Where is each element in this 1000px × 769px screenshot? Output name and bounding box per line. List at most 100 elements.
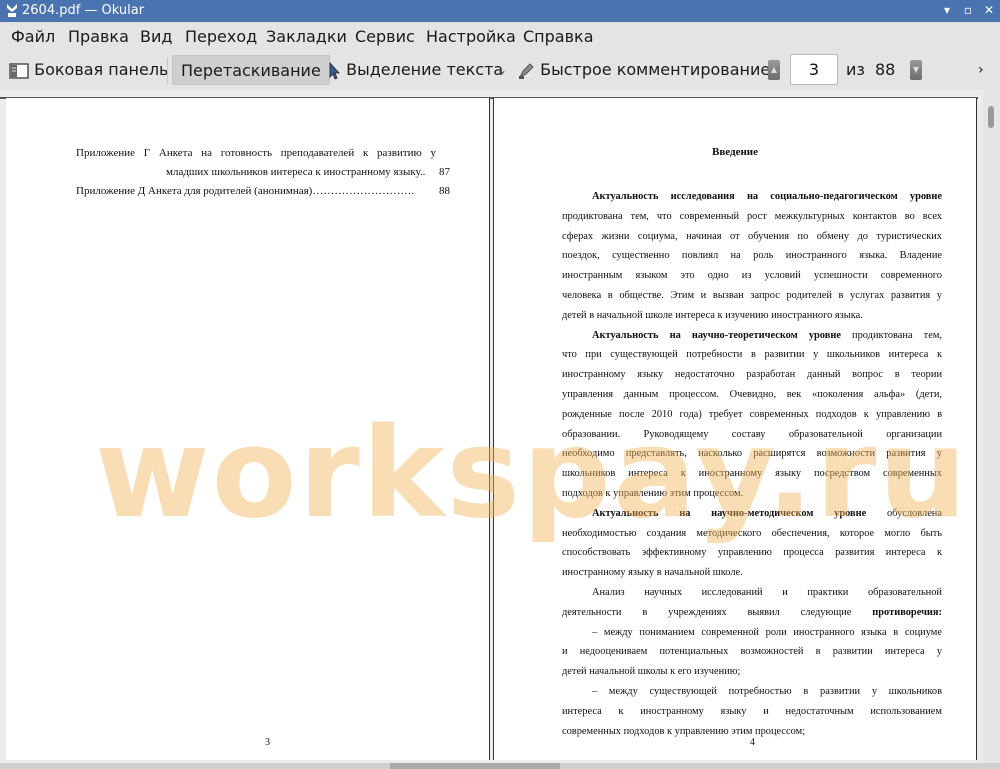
menu-file[interactable]: Файл bbox=[11, 27, 55, 47]
plain-text: управления данным процессом. Очевидно, в… bbox=[562, 389, 942, 400]
text-line: – между существующей потребностью в разв… bbox=[592, 682, 942, 702]
arrow-up-icon: ▲ bbox=[770, 65, 778, 74]
next-page-button[interactable]: ▼ bbox=[910, 60, 922, 80]
sidebar-button-label: Боковая панель bbox=[34, 60, 169, 79]
plain-text: продиктована тем, bbox=[840, 329, 942, 341]
plain-text: образовании. Руководящему составу образо… bbox=[562, 428, 942, 440]
plain-text: – между пониманием современной роли инос… bbox=[592, 626, 942, 638]
plain-text: – между существующей потребностью в разв… bbox=[592, 686, 942, 697]
browse-tool-button[interactable]: Перетаскивание bbox=[172, 55, 330, 85]
cursor-arrow-icon bbox=[329, 61, 340, 80]
minimize-icon[interactable]: ▾ bbox=[940, 3, 954, 17]
toc-page-number: 87 bbox=[439, 166, 450, 178]
toc-entry: Приложение Д Анкета для родителей (анони… bbox=[76, 185, 415, 197]
menu-view[interactable]: Вид bbox=[140, 27, 172, 47]
plain-text: что при существующей потребности в разви… bbox=[562, 349, 942, 361]
text-line: поездок, существенно повлиял на роль ино… bbox=[562, 246, 942, 266]
previous-page-button[interactable]: ▲ bbox=[768, 60, 780, 80]
page-3: Приложение Г Анкета на готовность препод… bbox=[6, 98, 490, 760]
plain-text: интереса к иностранному языку и недостат… bbox=[562, 705, 942, 717]
sidebar-button[interactable]: Боковая панель bbox=[9, 55, 168, 85]
vertical-scrollbar-thumb[interactable] bbox=[988, 106, 994, 128]
title-bar: 2604.pdf — Okular ▾ ▫ ✕ bbox=[0, 0, 1000, 22]
plain-text: способствовать эффективному управлению п… bbox=[562, 547, 942, 559]
menu-edit[interactable]: Правка bbox=[68, 27, 129, 47]
plain-text: поездок, существенно повлиял на роль ино… bbox=[562, 250, 942, 262]
text-line: способствовать эффективному управлению п… bbox=[562, 543, 942, 563]
text-line: управления данным процессом. Очевидно, в… bbox=[562, 385, 942, 405]
toolbar-overflow-chevron-icon[interactable]: › bbox=[978, 55, 984, 85]
selection-dropdown-button[interactable]: ⌄ bbox=[497, 55, 507, 85]
maximize-icon[interactable]: ▫ bbox=[961, 3, 975, 17]
plain-text: человека в обществе. Этим и вызван запро… bbox=[562, 290, 942, 301]
bold-text: Актуальность исследования на социально-п… bbox=[592, 191, 942, 202]
bold-text: Актуальность на научно-теоретическом уро… bbox=[592, 329, 841, 341]
text-line: школьников интереса к иностранному языку… bbox=[562, 464, 942, 484]
section-heading: Введение bbox=[711, 146, 759, 158]
text-line: и недооцениваем потенциальных возможност… bbox=[562, 642, 942, 662]
text-line: рожденные после 2010 года) требует совре… bbox=[562, 405, 942, 425]
quick-annotation-label: Быстрое комментирование bbox=[540, 60, 771, 79]
menu-settings[interactable]: Настройка bbox=[426, 27, 516, 47]
horizontal-scrollbar[interactable] bbox=[0, 763, 1000, 769]
menu-bookmarks[interactable]: Закладки bbox=[266, 27, 347, 47]
text-line: иностранному языку недостаточно разработ… bbox=[562, 365, 942, 385]
plain-text: иностранному языку недостаточно разработ… bbox=[562, 369, 942, 381]
text-line: интереса к иностранному языку и недостат… bbox=[562, 702, 942, 722]
plain-text: школьников интереса к иностранному языку… bbox=[562, 468, 942, 480]
menu-go[interactable]: Переход bbox=[185, 27, 257, 47]
text-line: иностранному языку в начальной школе. bbox=[562, 563, 942, 583]
page-footer-number: 3 bbox=[265, 737, 270, 748]
close-icon[interactable]: ✕ bbox=[982, 3, 996, 17]
text-line: Актуальность на научно-теоретическом уро… bbox=[592, 326, 942, 346]
text-line: подходов к управлению этим процессом. bbox=[562, 484, 942, 504]
plain-text: детей в начальной школе интереса к изуче… bbox=[562, 309, 863, 321]
plain-text: иностранным языком это одно из условий у… bbox=[562, 270, 942, 282]
text-line: человека в обществе. Этим и вызван запро… bbox=[562, 286, 942, 306]
highlighter-pen-icon bbox=[519, 62, 534, 79]
toolbar-separator bbox=[167, 58, 168, 84]
okular-app-icon bbox=[7, 4, 17, 17]
text-line: деятельности в учреждениях выявил следую… bbox=[562, 603, 942, 623]
text-selection-tool-button[interactable]: Выделение текста bbox=[327, 55, 503, 85]
menu-tools[interactable]: Сервис bbox=[355, 27, 415, 47]
text-line: Актуальность на научно-методическом уров… bbox=[592, 504, 942, 524]
text-line: детей начальной школы к его изучению; bbox=[562, 662, 942, 682]
plain-text: и недооцениваем потенциальных возможност… bbox=[562, 646, 942, 658]
toc-page-number: 88 bbox=[439, 185, 450, 197]
plain-text: Анализ научных исследований и практики о… bbox=[592, 587, 942, 598]
browse-tool-label: Перетаскивание bbox=[181, 61, 321, 80]
document-viewport[interactable]: Приложение Г Анкета на готовность препод… bbox=[0, 90, 1000, 769]
page-footer-number: 4 bbox=[750, 737, 755, 748]
toc-entry-line: Приложение Г Анкета на готовность препод… bbox=[76, 147, 436, 159]
text-line: образовании. Руководящему составу образо… bbox=[562, 425, 942, 445]
plain-text: продиктована тем, что современный рост м… bbox=[562, 210, 942, 222]
plain-text: детей начальной школы к его изучению; bbox=[562, 666, 741, 678]
plain-text: деятельности в учреждениях выявил следую… bbox=[562, 606, 873, 618]
horizontal-scrollbar-thumb[interactable] bbox=[390, 763, 560, 769]
page-number-input[interactable]: 3 bbox=[790, 54, 838, 85]
bold-text: противоречия: bbox=[872, 606, 942, 618]
text-line: – между пониманием современной роли инос… bbox=[592, 623, 942, 643]
plain-text: рожденные после 2010 года) требует совре… bbox=[562, 408, 942, 420]
page-total-label: 88 bbox=[875, 60, 896, 79]
toc-entry: Приложение Г Анкета на готовность препод… bbox=[76, 144, 436, 182]
arrow-down-icon: ▼ bbox=[912, 65, 920, 74]
quick-annotation-button[interactable]: Быстрое комментирование bbox=[517, 55, 770, 85]
sidebar-icon bbox=[9, 62, 29, 79]
text-line: необходимостью создания методического об… bbox=[562, 524, 942, 544]
text-line: что при существующей потребности в разви… bbox=[562, 345, 942, 365]
menu-help[interactable]: Справка bbox=[523, 27, 594, 47]
plain-text: современных подходов к управлению этим п… bbox=[562, 725, 806, 737]
vertical-scrollbar[interactable] bbox=[983, 90, 1000, 763]
text-line: сферах жизни социума, начиная от обучени… bbox=[562, 227, 942, 247]
text-line: детей в начальной школе интереса к изуче… bbox=[562, 306, 942, 326]
menu-bar: Файл Правка Вид Переход Закладки Сервис … bbox=[0, 22, 1000, 52]
text-line: продиктована тем, что современный рост м… bbox=[562, 207, 942, 227]
plain-text: необходимостью создания методического об… bbox=[562, 527, 942, 539]
text-line: иностранным языком это одно из условий у… bbox=[562, 266, 942, 286]
page-of-label: из bbox=[846, 60, 865, 79]
toc-entry-line: младших школьников интереса к иностранно… bbox=[166, 166, 426, 178]
plain-text: сферах жизни социума, начиная от обучени… bbox=[562, 230, 942, 242]
text-selection-label: Выделение текста bbox=[346, 60, 504, 79]
